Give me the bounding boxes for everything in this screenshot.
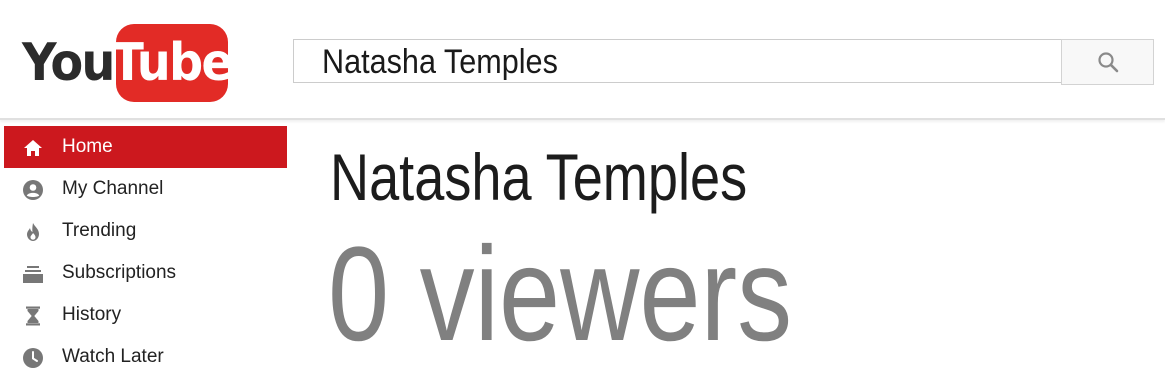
search-button[interactable] bbox=[1061, 39, 1154, 85]
sidebar-item-trending[interactable]: Trending bbox=[4, 210, 287, 252]
home-icon bbox=[22, 137, 44, 159]
youtube-logo[interactable]: You Tube bbox=[22, 24, 234, 102]
logo-text-tube: Tube bbox=[111, 33, 234, 93]
search-bar: Natasha Temples bbox=[293, 39, 1155, 85]
sidebar-item-label: Trending bbox=[62, 220, 137, 241]
sidebar-item-my-channel[interactable]: My Channel bbox=[4, 168, 287, 210]
sidebar-item-label: History bbox=[62, 304, 122, 325]
sidebar-item-label: Subscriptions bbox=[62, 262, 177, 283]
search-input[interactable]: Natasha Temples bbox=[293, 39, 1061, 83]
sidebar-item-label: Watch Later bbox=[62, 346, 164, 367]
sidebar-item-watch-later[interactable]: Watch Later bbox=[4, 336, 287, 378]
clock-icon bbox=[22, 347, 44, 369]
flame-icon bbox=[22, 221, 44, 243]
sidebar-item-label: My Channel bbox=[62, 178, 164, 199]
search-icon bbox=[1097, 52, 1118, 73]
viewer-count: 0 viewers bbox=[328, 220, 793, 369]
hourglass-icon bbox=[22, 305, 44, 327]
header: You Tube Natasha Temples bbox=[0, 0, 1165, 120]
sidebar: Home My Channel Trending Subscriptions H… bbox=[0, 126, 290, 378]
sidebar-item-subscriptions[interactable]: Subscriptions bbox=[4, 252, 287, 294]
logo-tube-badge: Tube bbox=[111, 24, 234, 102]
channel-title: Natasha Temples bbox=[330, 140, 748, 214]
logo-text-you: You bbox=[22, 33, 115, 93]
account-icon bbox=[22, 179, 44, 201]
sidebar-item-label: Home bbox=[62, 136, 113, 157]
sidebar-item-home[interactable]: Home bbox=[4, 126, 287, 168]
subscriptions-icon bbox=[22, 263, 44, 285]
search-input-value: Natasha Temples bbox=[322, 43, 558, 81]
sidebar-item-history[interactable]: History bbox=[4, 294, 287, 336]
